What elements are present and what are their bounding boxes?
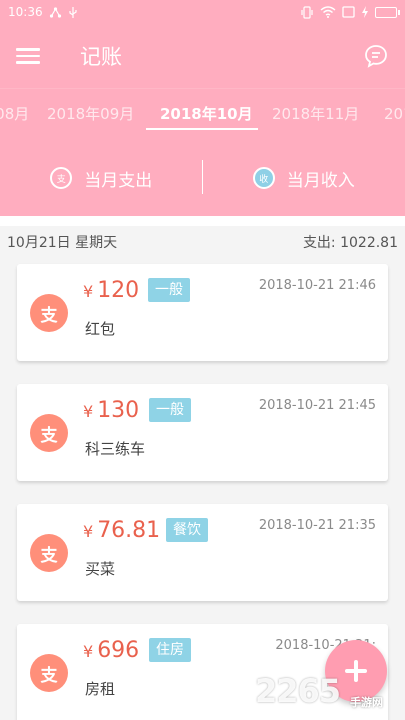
- expense-avatar: 支: [30, 534, 68, 572]
- record-time: 2018-10-21 21:46: [258, 278, 376, 293]
- message-icon[interactable]: [363, 43, 389, 69]
- monthly-expense-button[interactable]: 支 当月支出: [0, 140, 203, 216]
- record-note: 买菜: [85, 560, 116, 578]
- currency-symbol: ¥: [83, 642, 94, 661]
- day-header: 10月21日 星期天 支出: 1022.81: [0, 226, 405, 258]
- record-amount: ¥696: [83, 638, 139, 663]
- section-gap: [0, 216, 405, 226]
- month-tabs: 2018年08月 2018年09月 2018年10月 2018年11月 2018…: [0, 88, 405, 140]
- amount-value: 76.81: [97, 518, 161, 543]
- currency-symbol: ¥: [83, 522, 94, 541]
- record-card[interactable]: 支 ¥130 一般 2018-10-21 21:45 科三练车: [17, 384, 388, 481]
- monthly-income-label: 当月收入: [286, 170, 355, 191]
- summary-bar: 支 当月支出 收 当月收入: [0, 140, 405, 216]
- status-bar: 10:36: [0, 0, 405, 24]
- record-time: 2018-10-21 21:45: [258, 398, 376, 413]
- day-date: 10月21日 星期天: [7, 235, 118, 251]
- day-total: 支出: 1022.81: [302, 235, 398, 251]
- category-badge: 一般: [149, 398, 191, 422]
- category-badge: 餐饮: [166, 518, 208, 542]
- category-badge: 一般: [148, 278, 190, 302]
- record-note: 红包: [85, 320, 116, 338]
- record-card[interactable]: 支 ¥76.81 餐饮 2018-10-21 21:35 买菜: [17, 504, 388, 601]
- app-bar: 记账: [0, 24, 405, 88]
- currency-symbol: ¥: [83, 402, 94, 421]
- record-amount: ¥120: [83, 278, 139, 303]
- tab-indicator: [146, 128, 258, 130]
- record-amount: ¥130: [83, 398, 139, 423]
- menu-icon[interactable]: [16, 44, 40, 68]
- charging-icon: [362, 6, 368, 18]
- monthly-expense-label: 当月支出: [84, 170, 153, 191]
- watermark-logo: 2265: [255, 672, 341, 710]
- record-note: 房租: [85, 680, 116, 698]
- tab-month-11[interactable]: 2018年11月: [272, 89, 359, 140]
- summary-divider: [202, 160, 203, 194]
- status-left: 10:36: [8, 5, 78, 19]
- currency-symbol: ¥: [83, 282, 94, 301]
- expense-icon: 支: [50, 167, 73, 189]
- plus-icon: [345, 660, 367, 682]
- monthly-income-button[interactable]: 收 当月收入: [203, 140, 405, 216]
- share-icon: [49, 6, 61, 18]
- record-amount: ¥76.81: [83, 518, 160, 543]
- expense-avatar: 支: [30, 294, 68, 332]
- wifi-icon: [320, 6, 336, 18]
- record-note: 科三练车: [85, 440, 146, 458]
- tab-month-08[interactable]: 2018年08月: [0, 89, 29, 140]
- watermark-sub: 手游网: [350, 696, 383, 709]
- amount-value: 696: [97, 638, 140, 663]
- usb-icon: [68, 6, 77, 18]
- status-time: 10:36: [8, 5, 43, 19]
- expense-avatar: 支: [30, 414, 68, 452]
- tab-month-09[interactable]: 2018年09月: [47, 89, 134, 140]
- tab-month-10[interactable]: 2018年10月: [160, 89, 253, 140]
- notification-icon: [342, 6, 355, 18]
- amount-value: 120: [97, 278, 140, 303]
- category-badge: 住房: [149, 638, 191, 662]
- page-title: 记账: [80, 45, 122, 69]
- amount-value: 130: [97, 398, 140, 423]
- vibrate-icon: [301, 5, 313, 19]
- income-icon: 收: [252, 167, 275, 189]
- tab-month-12[interactable]: 2018年12月: [384, 89, 405, 140]
- status-right: [300, 5, 400, 19]
- record-card[interactable]: 支 ¥120 一般 2018-10-21 21:46 红包: [17, 264, 388, 361]
- record-time: 2018-10-21 21:35: [258, 518, 376, 533]
- expense-avatar: 支: [30, 654, 68, 692]
- battery-icon: [375, 6, 400, 18]
